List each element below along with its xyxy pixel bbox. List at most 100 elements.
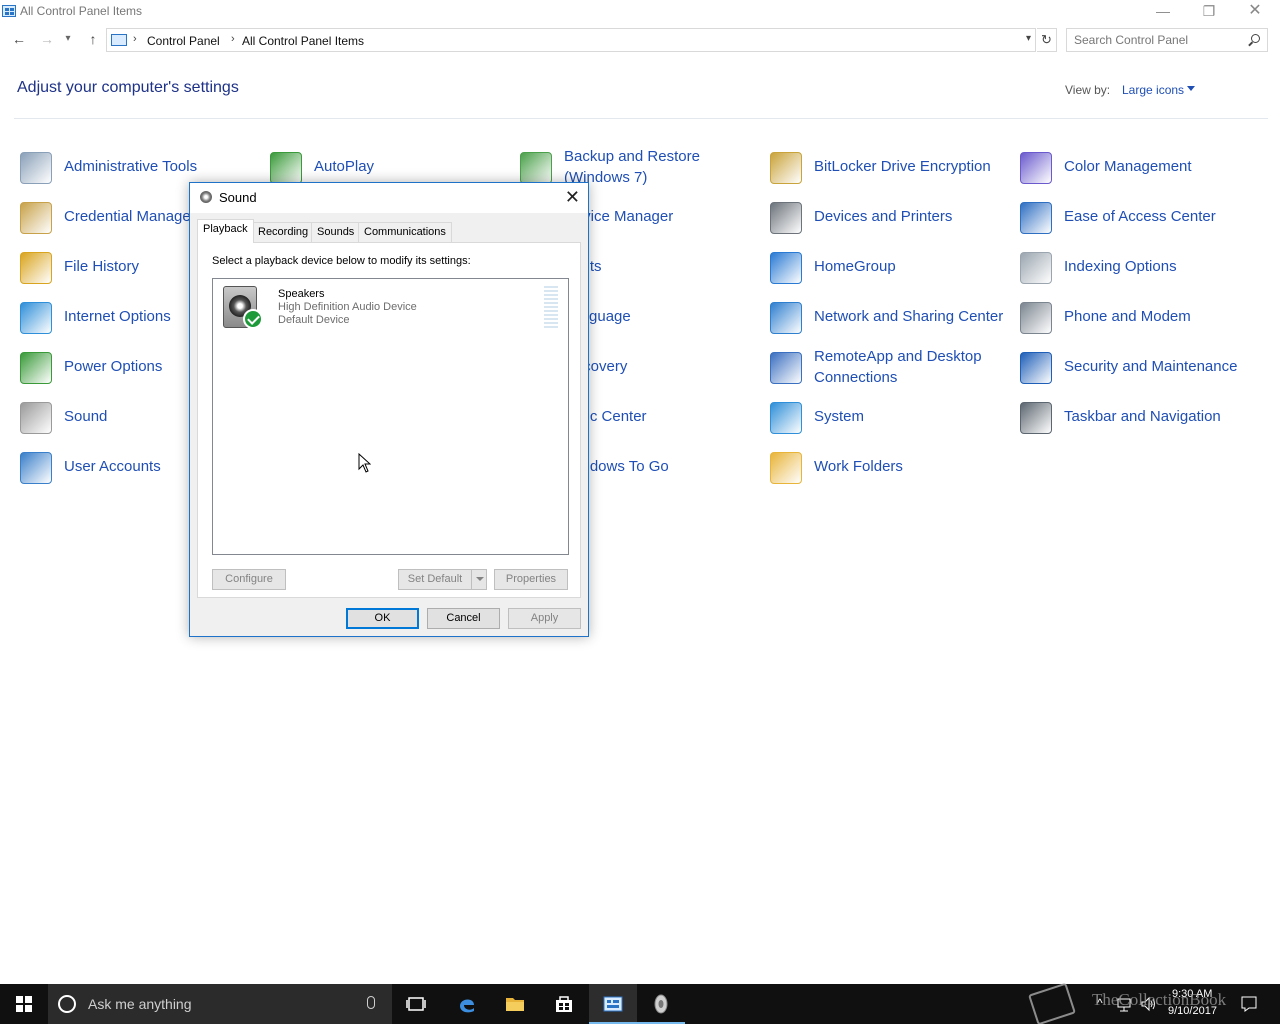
edge-button[interactable] (443, 984, 491, 1024)
apply-button[interactable]: Apply (508, 608, 581, 629)
up-button[interactable]: ↑ (82, 28, 104, 50)
control-panel-item[interactable]: Network and Sharing Center (770, 298, 1010, 342)
control-panel-item-label: Devices and Printers (814, 208, 953, 225)
ease-of-access-icon (1020, 202, 1052, 234)
properties-button[interactable]: Properties (494, 569, 568, 590)
taskbar-icon (1020, 402, 1052, 434)
edge-icon (460, 999, 474, 1013)
control-panel-item-label: Security and Maintenance (1064, 358, 1238, 375)
control-panel-item[interactable]: HomeGroup (770, 248, 1010, 292)
control-panel-item[interactable]: System (770, 398, 1010, 442)
chevron-down-icon[interactable] (471, 570, 486, 589)
admin-tools-icon (20, 152, 52, 184)
back-button[interactable]: ← (8, 28, 30, 50)
recent-locations-button[interactable]: ▾ (60, 28, 76, 50)
set-default-button[interactable]: Set Default (398, 569, 487, 590)
control-panel-item[interactable]: Ease of Access Center (1020, 198, 1260, 242)
cortana-icon (58, 995, 76, 1013)
address-row: ← → ▾ ↑ › Control Panel › All Control Pa… (0, 26, 1280, 54)
list-item[interactable]: Speakers High Definition Audio Device De… (219, 283, 561, 333)
view-by-dropdown[interactable]: Large icons (1122, 83, 1184, 97)
control-panel-item[interactable]: Devices and Printers (770, 198, 1010, 242)
control-panel-item-label: User Accounts (64, 458, 161, 475)
control-panel-item-label: Administrative Tools (64, 158, 198, 175)
breadcrumb-all-items[interactable]: All Control Panel Items (242, 34, 364, 48)
control-panel-item-label: Network and Sharing Center (814, 308, 1004, 325)
credential-manager-icon (20, 202, 52, 234)
control-panel-item-label: Internet Options (64, 308, 171, 325)
tab-sounds[interactable]: Sounds (311, 222, 361, 242)
start-button[interactable] (0, 984, 48, 1024)
control-panel-item[interactable]: Work Folders (770, 448, 1010, 492)
search-placeholder: Search Control Panel (1074, 33, 1189, 47)
control-panel-item-label: Taskbar and Navigation (1064, 408, 1221, 425)
control-panel-item[interactable]: Phone and Modem (1020, 298, 1260, 342)
network-icon (770, 302, 802, 334)
maximize-button[interactable]: ❐ (1186, 0, 1232, 24)
minimize-button[interactable]: — (1140, 0, 1186, 24)
control-panel-item[interactable]: BitLocker Drive Encryption (770, 148, 1010, 192)
address-dropdown-icon[interactable]: ▾ (1026, 33, 1031, 44)
refresh-button[interactable]: ↻ (1037, 28, 1057, 52)
tab-playback[interactable]: Playback (197, 219, 254, 243)
cortana-search-box[interactable]: Ask me anything (48, 984, 392, 1024)
dialog-close-button[interactable]: ✕ (565, 187, 580, 208)
tab-recording[interactable]: Recording (252, 222, 315, 242)
close-button[interactable]: ✕ (1232, 0, 1278, 24)
device-description: High Definition Audio Device (278, 301, 417, 313)
bitlocker-icon (770, 152, 802, 184)
control-panel-item[interactable]: RemoteApp and Desktop Connections (770, 348, 1010, 392)
store-button[interactable] (540, 984, 588, 1024)
breadcrumb-control-panel[interactable]: Control Panel (147, 34, 220, 48)
forward-button[interactable]: → (36, 28, 58, 50)
search-icon[interactable] (1251, 34, 1260, 43)
address-bar[interactable]: › Control Panel › All Control Panel Item… (106, 28, 1036, 52)
sound-taskbar-button[interactable] (637, 984, 685, 1024)
task-view-button[interactable] (392, 984, 440, 1024)
store-icon (556, 996, 572, 1012)
volume-meter (544, 286, 558, 328)
printer-icon (770, 202, 802, 234)
dialog-titlebar: Sound ✕ (190, 183, 588, 213)
control-panel-item[interactable]: Color Management (1020, 148, 1260, 192)
file-explorer-button[interactable] (491, 984, 539, 1024)
task-view-icon (406, 997, 426, 1011)
control-panel-item[interactable]: Indexing Options (1020, 248, 1260, 292)
ok-button[interactable]: OK (346, 608, 419, 629)
breadcrumb-separator[interactable]: › (133, 33, 137, 45)
color-management-icon (1020, 152, 1052, 184)
folder-icon (506, 998, 524, 1011)
control-panel-item-label: AutoPlay (314, 158, 375, 175)
control-panel-item-label: File History (64, 258, 140, 275)
default-check-icon (243, 309, 263, 329)
control-panel-taskbar-button[interactable] (589, 984, 637, 1024)
user-accounts-icon (20, 452, 52, 484)
indexing-icon (1020, 252, 1052, 284)
sound-icon (654, 994, 668, 1014)
action-center-icon[interactable] (1240, 995, 1258, 1013)
control-panel-item[interactable]: Security and Maintenance (1020, 348, 1260, 392)
dialog-title: Sound (219, 190, 257, 205)
cortana-placeholder: Ask me anything (88, 996, 192, 1012)
control-panel-item-label: Indexing Options (1064, 258, 1177, 275)
microphone-icon[interactable] (367, 996, 375, 1009)
device-status: Default Device (278, 314, 350, 326)
page-title: Adjust your computer's settings (17, 79, 239, 96)
control-panel-item[interactable]: Taskbar and Navigation (1020, 398, 1260, 442)
chevron-down-icon[interactable] (1187, 86, 1195, 91)
breadcrumb-separator[interactable]: › (231, 33, 235, 45)
divider (14, 118, 1268, 119)
configure-button[interactable]: Configure (212, 569, 286, 590)
control-panel-icon (111, 34, 127, 46)
watermark-text: TheCollectionBook (1092, 990, 1227, 1009)
autoplay-icon (270, 152, 302, 184)
view-by-label: View by: (1065, 83, 1111, 97)
control-panel-item-label: Work Folders (814, 458, 903, 475)
tab-communications[interactable]: Communications (358, 222, 452, 242)
control-panel-item-label: BitLocker Drive Encryption (814, 158, 991, 175)
cancel-button[interactable]: Cancel (427, 608, 500, 629)
control-panel-item-label: Sound (64, 408, 108, 425)
search-input[interactable]: Search Control Panel (1066, 28, 1268, 52)
device-list[interactable]: Speakers High Definition Audio Device De… (212, 278, 569, 555)
control-panel-item-label: Credential Manager (64, 208, 196, 225)
